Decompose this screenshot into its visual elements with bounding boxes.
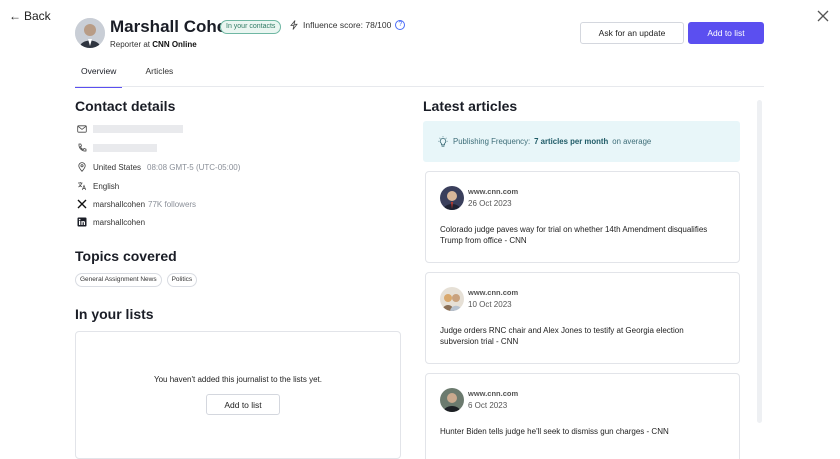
email-row [77, 124, 183, 134]
article-title[interactable]: Judge orders RNC chair and Alex Jones to… [440, 325, 710, 347]
influence-score: Influence score: 78/100 ? [289, 20, 406, 30]
role-prefix: Reporter at [110, 40, 151, 49]
info-icon[interactable]: ? [395, 20, 406, 30]
outlet-name: CNN Online [152, 40, 197, 49]
close-icon[interactable] [815, 8, 831, 24]
linkedin-icon [77, 217, 87, 227]
contact-details-heading: Contact details [75, 98, 176, 114]
frequency-prefix: Publishing Frequency: [453, 137, 531, 146]
article-title[interactable]: Colorado judge paves way for trial on wh… [440, 224, 710, 246]
lightbulb-icon [438, 135, 448, 147]
frequency-suffix: on average [612, 137, 652, 146]
lists-heading: In your lists [75, 306, 154, 322]
article-date: 6 Oct 2023 [468, 401, 508, 410]
back-button[interactable]: ← Back [9, 9, 51, 23]
article-card[interactable]: www.cnn.com 10 Oct 2023 Judge orders RNC… [425, 272, 740, 364]
location-text: United States [93, 162, 142, 172]
linkedin-row[interactable]: marshallcohen [77, 217, 145, 227]
local-time: 08:08 GMT-5 (UTC-05:00) [147, 162, 241, 172]
latest-articles-heading: Latest articles [423, 98, 518, 114]
publishing-frequency-banner: Publishing Frequency: 7 articles per mon… [423, 121, 740, 162]
x-row[interactable]: marshallcohen 77K followers [77, 199, 196, 209]
phone-row [77, 143, 157, 153]
location-row: United States 08:08 GMT-5 (UTC-05:00) [77, 162, 240, 172]
avatar-image [75, 18, 105, 48]
contacts-badge: In your contacts [220, 20, 282, 34]
articles-scrollbar[interactable] [757, 100, 762, 423]
add-to-list-button[interactable]: Add to list [688, 22, 764, 44]
tab-divider [75, 86, 764, 87]
journalist-role: Reporter at CNN Online [110, 40, 197, 49]
tab-articles[interactable]: Articles [139, 66, 179, 88]
topic-chip: General Assignment News [75, 273, 162, 287]
article-source: www.cnn.com [468, 389, 519, 398]
article-card[interactable]: www.cnn.com 6 Oct 2023 Hunter Biden tell… [425, 373, 740, 459]
article-title[interactable]: Hunter Biden tells judge he'll seek to d… [440, 426, 710, 437]
article-source: www.cnn.com [468, 288, 519, 297]
x-handle: marshallcohen [93, 199, 146, 209]
article-card[interactable]: www.cnn.com 26 Oct 2023 Colorado judge p… [425, 171, 740, 263]
ask-update-button[interactable]: Ask for an update [580, 22, 684, 44]
phone-redacted [93, 144, 157, 152]
phone-icon [78, 143, 87, 152]
article-thumbnail [440, 287, 464, 311]
tab-overview[interactable]: Overview [75, 66, 123, 88]
avatar [75, 18, 105, 48]
language-row: English [77, 181, 119, 191]
article-author-avatar [440, 388, 464, 412]
language-text: English [93, 181, 120, 191]
article-thumbnail [440, 186, 464, 210]
arrow-left-icon: ← [9, 9, 21, 23]
lightning-icon [290, 20, 298, 30]
back-label: Back [24, 9, 51, 23]
tab-bar: Overview Articles [75, 66, 179, 88]
article-date: 26 Oct 2023 [468, 199, 512, 208]
lists-empty-message: You haven't added this journalist to the… [153, 375, 322, 384]
lists-add-button[interactable]: Add to list [206, 394, 280, 415]
influence-score-label: Influence score: 78/100 [303, 20, 392, 30]
journalist-name: Marshall Cohen [110, 17, 237, 36]
location-pin-icon [78, 162, 86, 172]
topic-chip: Politics [166, 273, 198, 287]
article-thumbnail [440, 388, 464, 412]
language-icon [78, 182, 87, 191]
topics-heading: Topics covered [75, 248, 177, 264]
lists-panel: You haven't added this journalist to the… [75, 331, 401, 459]
linkedin-handle: marshallcohen [93, 217, 146, 227]
frequency-value: 7 articles per month [534, 137, 609, 146]
x-logo-icon [77, 199, 87, 209]
mail-icon [77, 125, 87, 133]
topics-list: General Assignment News Politics [75, 273, 198, 287]
x-followers: 77K followers [148, 199, 197, 209]
article-date: 10 Oct 2023 [468, 300, 512, 309]
article-source: www.cnn.com [468, 187, 519, 196]
email-redacted [93, 125, 183, 133]
article-author-avatar [440, 186, 464, 210]
article-author-avatar [440, 287, 464, 311]
